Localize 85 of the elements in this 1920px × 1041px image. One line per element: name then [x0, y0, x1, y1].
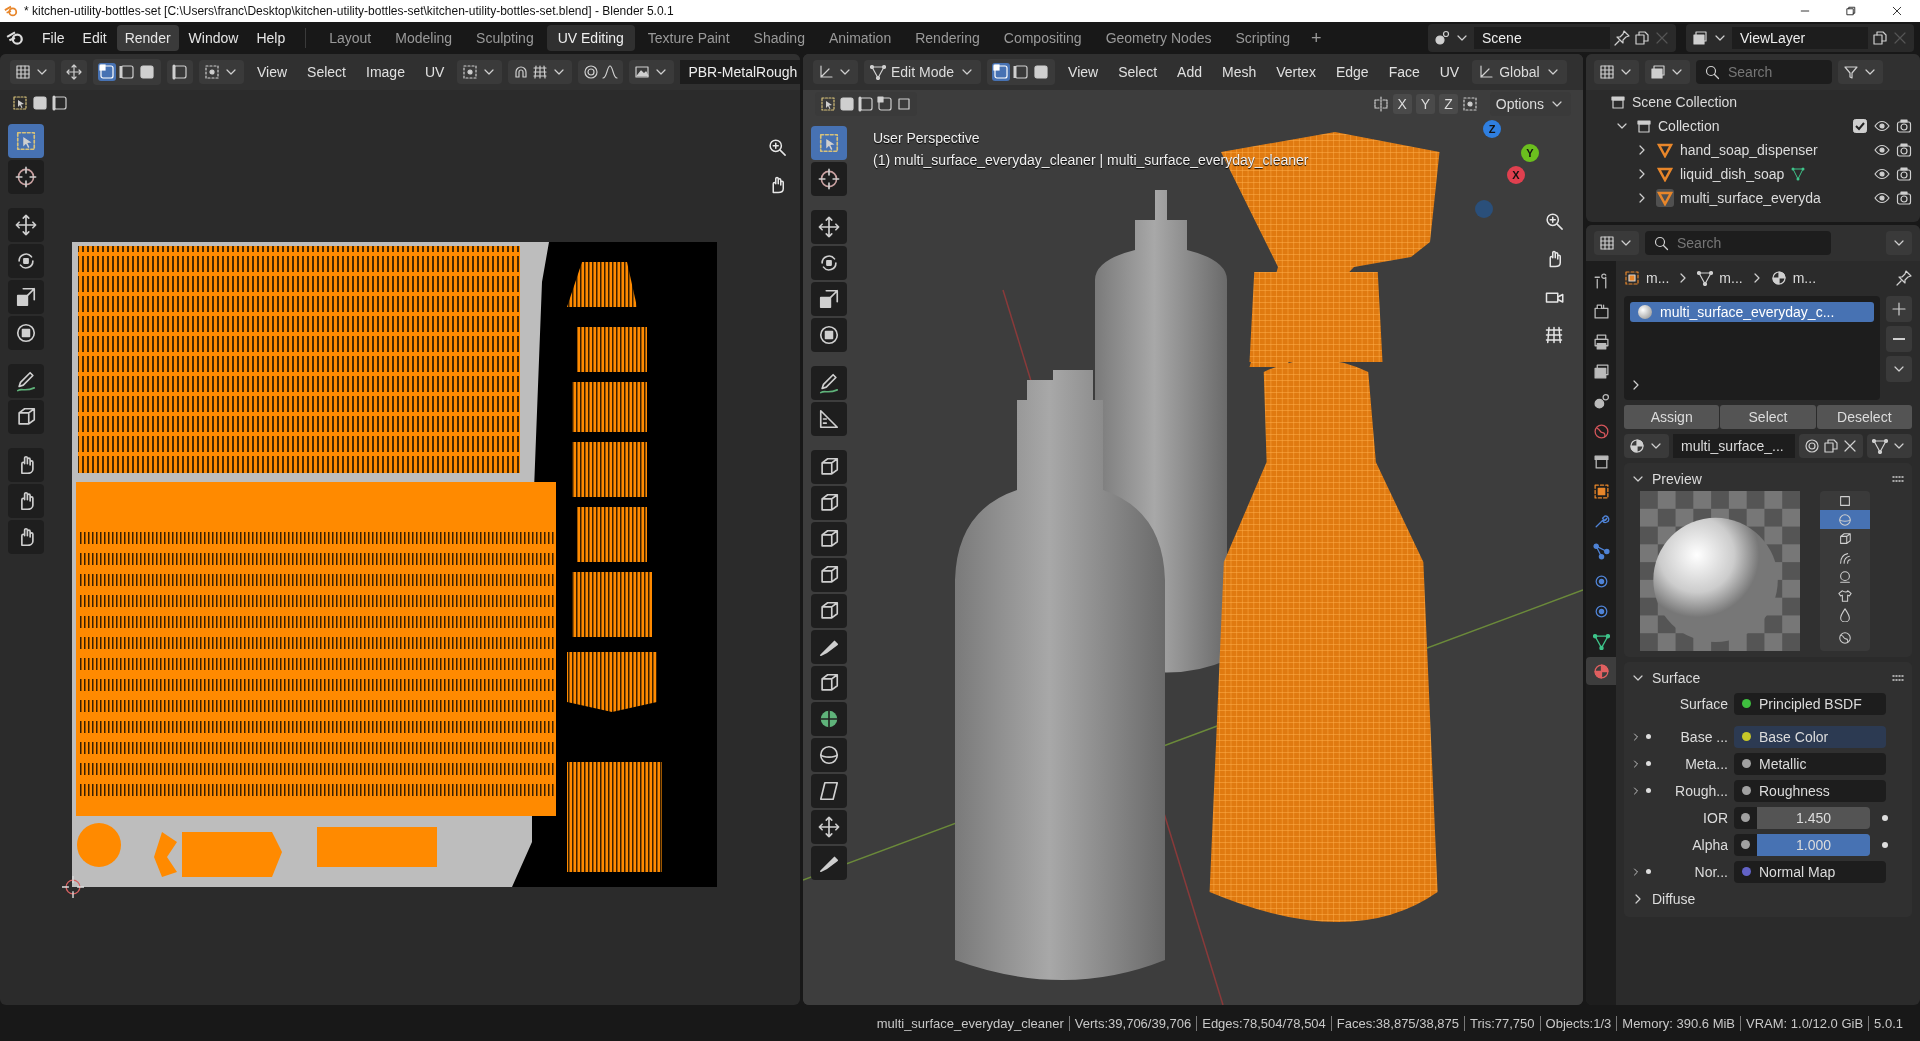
view-layer-name-field[interactable]: ViewLayer	[1732, 27, 1868, 49]
status-text: 5.0.1	[1868, 1015, 1908, 1031]
panel-title[interactable]: Diffuse	[1652, 891, 1696, 907]
tree-item-label[interactable]: Collection	[1658, 118, 1720, 134]
workspace-tab[interactable]: Modeling	[384, 25, 464, 51]
slot-action-button[interactable]: Deselect	[1816, 405, 1912, 429]
search-input[interactable]: Search	[1726, 63, 1824, 81]
header-menu[interactable]: Mesh	[1215, 60, 1264, 84]
menu-item[interactable]: Help	[248, 25, 294, 51]
header-menu[interactable]: Select	[1111, 60, 1165, 84]
header-menu[interactable]: Edge	[1328, 60, 1376, 84]
property-label: IOR	[1702, 809, 1728, 826]
menu-item[interactable]: File	[34, 25, 73, 51]
menu-item[interactable]: Render	[116, 25, 179, 51]
breadcrumb-item: m...	[1646, 270, 1670, 286]
workspace-tab[interactable]: Layout	[318, 25, 383, 51]
workspace-tab[interactable]: Scripting	[1224, 25, 1301, 51]
tree-item-label[interactable]: hand_soap_dispenser	[1680, 142, 1818, 158]
header-menu[interactable]: Image	[359, 60, 412, 84]
mirror-axis-toggle[interactable]: X	[1392, 94, 1412, 114]
property-label: Base ...	[1679, 728, 1728, 745]
panel-title[interactable]: Surface	[1652, 670, 1701, 686]
status-text: multi_surface_everyday_cleaner	[875, 1015, 1065, 1031]
property-label: Surface	[1678, 695, 1728, 712]
workspace-tab[interactable]: Geometry Nodes	[1094, 25, 1223, 51]
breadcrumb-item: m...	[1792, 270, 1817, 286]
workspace-tab[interactable]: Compositing	[992, 25, 1093, 51]
options-dropdown[interactable]: Options	[1489, 92, 1571, 116]
status-text: Tris:77,750	[1464, 1015, 1540, 1031]
view-name-label: User Perspective	[873, 130, 981, 146]
workspace-tab[interactable]: Sculpting	[465, 25, 545, 51]
status-text: VRAM: 1.0/12.0 GiB	[1740, 1015, 1869, 1031]
socket-link-field[interactable]: Base Color	[1734, 725, 1886, 748]
outliner-search-field[interactable]: Search	[1696, 60, 1832, 84]
tree-item-label[interactable]: multi_surface_everyda	[1680, 190, 1821, 206]
factor-slider[interactable]: 1.000	[1757, 833, 1870, 856]
socket-link-field[interactable]: Metallic	[1734, 752, 1886, 775]
status-text: Edges:78,504/78,504	[1196, 1015, 1331, 1031]
orientation-dropdown[interactable]: Global	[1472, 60, 1567, 84]
header-menu[interactable]: Vertex	[1269, 60, 1323, 84]
header-menu[interactable]: UV	[417, 60, 452, 84]
scene-name-field[interactable]: Scene	[1474, 27, 1610, 49]
socket-link-field[interactable]: Principled BSDF	[1734, 692, 1886, 715]
menu-item[interactable]: Edit	[74, 25, 115, 51]
scene-selector[interactable]: Scene	[1428, 24, 1676, 52]
mirror-axis-toggle[interactable]: Y	[1415, 94, 1436, 114]
tree-item-label[interactable]: Scene Collection	[1632, 94, 1738, 110]
header-menu[interactable]: Select	[300, 60, 353, 84]
workspace-tab[interactable]: UV Editing	[546, 25, 635, 51]
status-text: Memory: 390.6 MiB	[1616, 1015, 1740, 1031]
workspace-tab[interactable]: Animation	[817, 25, 903, 51]
add-workspace-button[interactable]: +	[1302, 27, 1330, 49]
header-menu[interactable]: UV	[1432, 60, 1467, 84]
header-menu[interactable]: View	[250, 60, 295, 84]
socket-link-field[interactable]: Roughness	[1734, 779, 1886, 802]
status-text: Objects:1/3	[1539, 1015, 1617, 1031]
header-menu[interactable]: View	[1061, 60, 1106, 84]
material-slot-label: multi_surface_everyday_c...	[1660, 304, 1835, 320]
property-label: Meta...	[1684, 755, 1728, 772]
workspace-tab[interactable]: Texture Paint	[636, 25, 741, 51]
mirror-axis-toggle[interactable]: Z	[1439, 94, 1458, 114]
property-label: Rough...	[1674, 782, 1728, 799]
image-name-field[interactable]: PBR-MetalRough	[680, 60, 800, 84]
workspace-tab[interactable]: Shading	[742, 25, 816, 51]
panel-title[interactable]: Preview	[1652, 471, 1702, 487]
header-menu[interactable]: Face	[1381, 60, 1427, 84]
status-text: Faces:38,875/38,875	[1330, 1015, 1464, 1031]
slot-action-button[interactable]: Assign	[1624, 405, 1720, 429]
socket-link-field[interactable]: Normal Map	[1734, 860, 1886, 883]
window-title: * kitchen-utility-bottles-set [C:\Users\franc\Desktop\kitchen-utility-bottles-set\kitchen-utility-bottles-set.blend] - Blender 5.0.1	[24, 4, 674, 18]
property-label: Alpha	[1691, 836, 1728, 853]
slot-action-button[interactable]: Select	[1720, 405, 1816, 429]
material-name-field[interactable]: multi_surface_...	[1673, 434, 1795, 458]
property-label: Nor...	[1693, 863, 1728, 880]
breadcrumb-item: m...	[1719, 270, 1743, 286]
workspace-tab[interactable]: Rendering	[904, 25, 991, 51]
menu-item[interactable]: Window	[180, 25, 247, 51]
status-text: Verts:39,706/39,706	[1068, 1015, 1197, 1031]
material-slot[interactable]: multi_surface_everyday_c...	[1630, 302, 1874, 322]
view-layer-selector[interactable]: ViewLayer	[1686, 24, 1914, 52]
mode-dropdown[interactable]: Edit Mode	[864, 60, 982, 84]
tree-item-label[interactable]: liquid_dish_soap	[1680, 166, 1785, 182]
properties-search-field[interactable]: Search	[1645, 231, 1831, 255]
number-field[interactable]: 1.450	[1757, 806, 1870, 829]
header-menu[interactable]: Add	[1170, 60, 1209, 84]
